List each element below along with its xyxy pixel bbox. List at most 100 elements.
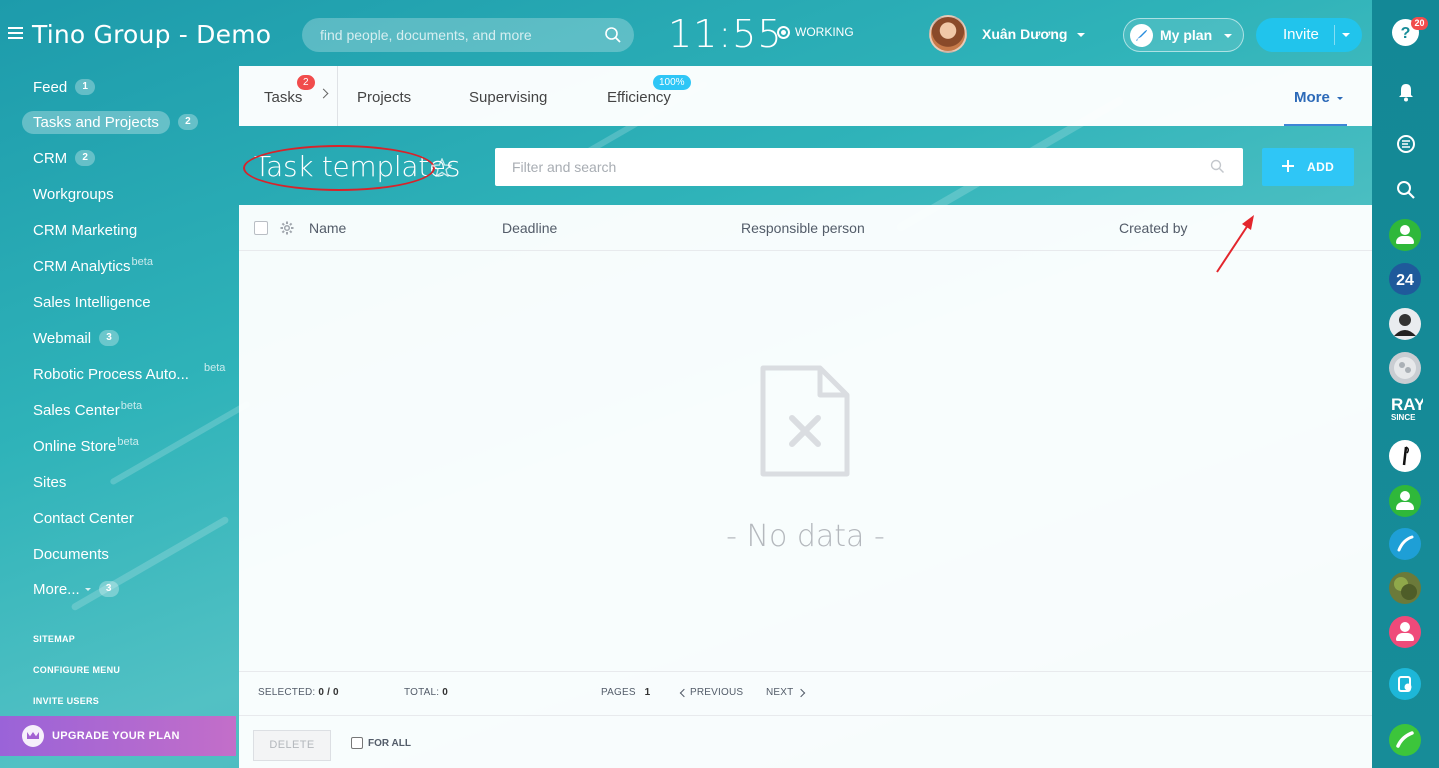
sidebar-item-label: Sales Intelligence [33,293,151,311]
bell-icon[interactable] [1396,82,1416,107]
contact-avatar[interactable] [1389,352,1421,384]
tab-more[interactable]: More [1284,66,1347,126]
clock[interactable]: 11:55 [668,12,783,56]
invite-chevron-icon[interactable] [1342,33,1350,37]
sidebar-item-crm-analytics[interactable]: CRM Analytics beta [33,254,153,278]
phone-icon[interactable] [1389,528,1421,560]
delete-button[interactable]: DELETE [253,730,331,761]
global-search-input[interactable] [320,18,600,52]
upgrade-plan-button[interactable]: UPGRADE YOUR PLAN [0,716,236,756]
contact-avatar[interactable] [1389,440,1421,472]
ray-group-avatar[interactable]: RAY SINCE [1391,396,1423,428]
global-search[interactable] [302,18,634,52]
invite-users-link[interactable]: INVITE USERS [33,696,99,706]
column-header-name[interactable]: Name [309,220,346,236]
sidebar-item-label: Feed [33,78,68,96]
call-icon[interactable] [1389,724,1421,756]
my-plan-label: My plan [1160,27,1213,43]
my-plan-button[interactable]: My plan [1123,18,1244,52]
top-header: Tino Group - Demo 11:55 WORKING Xuân Dươ… [0,0,1372,66]
contact-avatar[interactable] [1389,308,1421,340]
for-all-checkbox[interactable] [351,737,363,749]
total-count: TOTAL: 0 [404,687,448,698]
selected-count: SELECTED: 0 / 0 [258,687,339,698]
no-data-text: - No data - [726,519,885,554]
search-icon[interactable] [1210,159,1225,179]
chevron-right-icon[interactable] [318,88,329,99]
grid-header: Name Deadline Responsible person Created… [239,205,1372,251]
select-all-checkbox[interactable] [254,221,268,235]
page-title: Task templates [254,150,461,183]
filter-search-input[interactable] [512,148,1202,186]
contact-avatar[interactable] [1389,485,1421,517]
selected-label: SELECTED: [258,687,316,698]
annotation-arrow [1216,215,1254,273]
work-status[interactable]: WORKING [777,25,854,39]
selected-value: 0 / 0 [318,687,339,698]
user-name[interactable]: Xuân Dương [982,26,1067,42]
sidebar-item-label: Robotic Process Auto... [33,365,189,383]
sidebar-item-more[interactable]: More... 3 [33,577,119,601]
sitemap-link[interactable]: SITEMAP [33,634,75,644]
sidebar-item-crm[interactable]: CRM 2 [33,146,96,170]
tab-more-label: More [1294,89,1330,106]
chat-icon[interactable] [1396,134,1416,159]
search-icon[interactable] [1396,180,1416,205]
sidebar-item-crm-marketing[interactable]: CRM Marketing [33,218,137,242]
sidebar-item-sales-center[interactable]: Sales Center beta [33,398,142,422]
gear-icon[interactable] [280,221,294,240]
portal-title[interactable]: Tino Group - Demo [32,20,271,49]
user-menu-chevron-icon[interactable] [1077,33,1085,37]
search-icon[interactable] [604,26,622,49]
sidebar-item-workgroups[interactable]: Workgroups [33,182,114,206]
tab-projects[interactable]: Projects [357,89,411,106]
contact-avatar[interactable] [1389,616,1421,648]
sidebar-item-sales-intelligence[interactable]: Sales Intelligence [33,290,151,314]
star-icon[interactable] [431,157,453,182]
upgrade-plan-label: UPGRADE YOUR PLAN [52,730,180,742]
contact-avatar[interactable] [1389,572,1421,604]
sidebar-item-contact-center[interactable]: Contact Center [33,506,134,530]
ray-sub-label: SINCE [1391,413,1416,422]
sidebar-item-sites[interactable]: Sites [33,470,66,494]
left-sidebar: Feed 1 Tasks and Projects 2 CRM 2 Workgroup… [0,66,239,768]
bitrix24-icon[interactable]: 24 [1389,263,1421,295]
grid-actions-panel: DELETE FOR ALL [239,715,1372,768]
hamburger-menu-icon[interactable] [8,27,23,42]
invite-button[interactable]: Invite [1256,18,1362,52]
sidebar-item-label: Workgroups [33,185,114,203]
contact-avatar[interactable] [1389,219,1421,251]
chevron-right-icon[interactable] [796,688,806,698]
user-avatar[interactable] [929,15,967,53]
tab-supervising[interactable]: Supervising [469,89,547,106]
sidebar-item-robotic-process-automation[interactable]: Robotic Process Auto... [33,362,189,386]
sidebar-item-tasks-and-projects[interactable]: Tasks and Projects 2 [22,110,198,134]
next-page-link[interactable]: NEXT [766,687,793,698]
configure-menu-link[interactable]: CONFIGURE MENU [33,665,120,675]
filter-search[interactable] [495,148,1243,186]
add-template-button[interactable]: ADD [1262,148,1354,186]
sidebar-item-online-store[interactable]: Online Store beta [33,434,139,458]
sidebar-item-feed[interactable]: Feed 1 [33,75,96,99]
sidebar-item-label: CRM [33,149,68,167]
empty-document-icon [760,365,850,482]
column-header-created-by[interactable]: Created by [1119,220,1187,236]
column-header-deadline[interactable]: Deadline [502,220,557,236]
sidebar-item-label: CRM Analytics [33,257,131,275]
sidebar-item-label: Contact Center [33,509,134,527]
pages-value[interactable]: 1 [645,687,651,698]
counter-badge: 2 [177,114,198,130]
previous-page-link[interactable]: PREVIOUS [690,687,743,698]
sidebar-item-webmail[interactable]: Webmail 3 [33,326,120,350]
for-all-option[interactable]: FOR ALL [351,737,411,749]
ray-label: RAY [1391,396,1423,414]
invite-divider [1334,25,1335,45]
crown-icon [22,725,44,747]
add-button-label: ADD [1307,160,1335,174]
column-header-responsible-person[interactable]: Responsible person [741,220,865,236]
open-channel-icon[interactable] [1389,668,1421,700]
sidebar-item-documents[interactable]: Documents [33,542,109,566]
tab-efficiency[interactable]: Efficiency [607,89,671,106]
tab-tasks[interactable]: Tasks [264,89,302,106]
chevron-left-icon[interactable] [679,688,689,698]
